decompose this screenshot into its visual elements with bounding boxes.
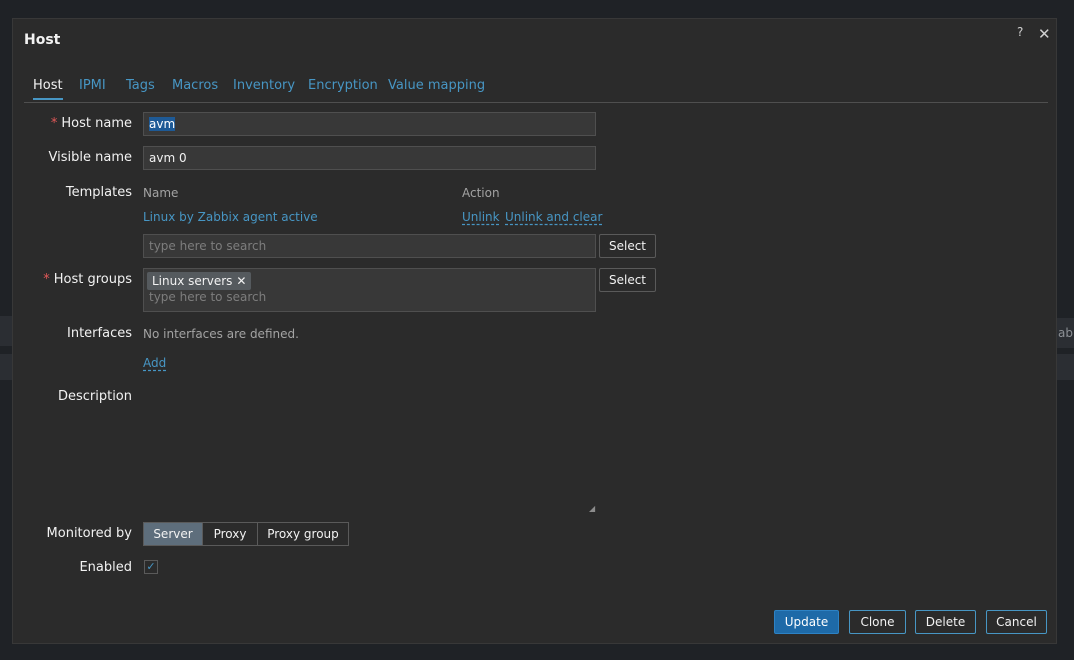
visible-name-field[interactable]: avm 0	[143, 146, 596, 170]
visible-name-value: avm 0	[149, 151, 187, 165]
templates-search-field[interactable]	[143, 234, 596, 258]
host-group-chip-label: Linux servers	[152, 274, 233, 288]
background-row	[0, 354, 12, 380]
linked-template-link[interactable]: Linux by Zabbix agent active	[143, 210, 318, 224]
templates-col-name: Name	[143, 186, 179, 200]
interfaces-label: Interfaces	[67, 326, 132, 341]
required-marker: *	[43, 272, 50, 287]
host-name-field[interactable]: avm	[143, 112, 596, 136]
tab-value-mapping[interactable]: Value mapping	[388, 78, 485, 93]
visible-name-label: Visible name	[48, 150, 132, 165]
tab-inventory[interactable]: Inventory	[233, 78, 295, 93]
add-interface-button[interactable]: Add	[143, 356, 166, 370]
host-groups-multiselect[interactable]: Linux servers ✕	[143, 268, 596, 312]
tab-macros[interactable]: Macros	[172, 78, 218, 93]
remove-chip-icon[interactable]: ✕	[236, 274, 246, 288]
background-row	[0, 316, 12, 346]
background-row	[1057, 354, 1074, 380]
templates-col-action: Action	[462, 186, 500, 200]
monitored-by-proxy[interactable]: Proxy	[202, 522, 258, 546]
host-groups-select-button[interactable]: Select	[599, 268, 656, 292]
unlink-button[interactable]: Unlink	[462, 210, 500, 224]
enabled-label: Enabled	[79, 560, 132, 575]
description-textarea[interactable]	[143, 385, 596, 513]
tab-ipmi[interactable]: IPMI	[79, 78, 106, 93]
interfaces-empty-text: No interfaces are defined.	[143, 327, 299, 341]
tab-host[interactable]: Host	[33, 78, 63, 100]
dialog-title: Host	[24, 32, 61, 48]
description-label: Description	[57, 389, 132, 404]
tab-bar: Host IPMI Tags Macros Inventory Encrypti…	[24, 78, 1048, 103]
host-groups-label-text: Host groups	[53, 272, 132, 287]
host-dialog: Host ? ✕ Host IPMI Tags Macros Inventory…	[12, 18, 1057, 644]
host-groups-label: * Host groups	[43, 272, 132, 287]
background-text: ab	[1058, 326, 1073, 340]
templates-select-button[interactable]: Select	[599, 234, 656, 258]
delete-button[interactable]: Delete	[915, 610, 976, 634]
host-groups-search-input[interactable]	[149, 290, 579, 304]
unlink-and-clear-button[interactable]: Unlink and clear	[505, 210, 602, 224]
clone-button[interactable]: Clone	[849, 610, 906, 634]
host-name-label-text: Host name	[61, 116, 132, 131]
enabled-checkbox[interactable]: ✓	[144, 560, 158, 574]
resize-handle-icon[interactable]: ◢	[589, 505, 597, 513]
required-marker: *	[50, 116, 58, 131]
close-icon[interactable]: ✕	[1038, 25, 1051, 43]
cancel-button[interactable]: Cancel	[986, 610, 1047, 634]
update-button[interactable]: Update	[774, 610, 839, 634]
monitored-by-label: Monitored by	[46, 526, 132, 541]
monitored-by-server[interactable]: Server	[143, 522, 203, 546]
tab-encryption[interactable]: Encryption	[308, 78, 378, 93]
host-name-value: avm	[149, 117, 176, 131]
host-group-chip: Linux servers ✕	[147, 272, 252, 290]
help-icon[interactable]: ?	[1017, 25, 1023, 39]
monitored-by-proxy-group[interactable]: Proxy group	[257, 522, 349, 546]
host-name-label: * Host name	[51, 116, 132, 131]
tab-tags[interactable]: Tags	[126, 78, 155, 93]
templates-label: Templates	[65, 185, 132, 200]
templates-search-input[interactable]	[149, 239, 590, 253]
